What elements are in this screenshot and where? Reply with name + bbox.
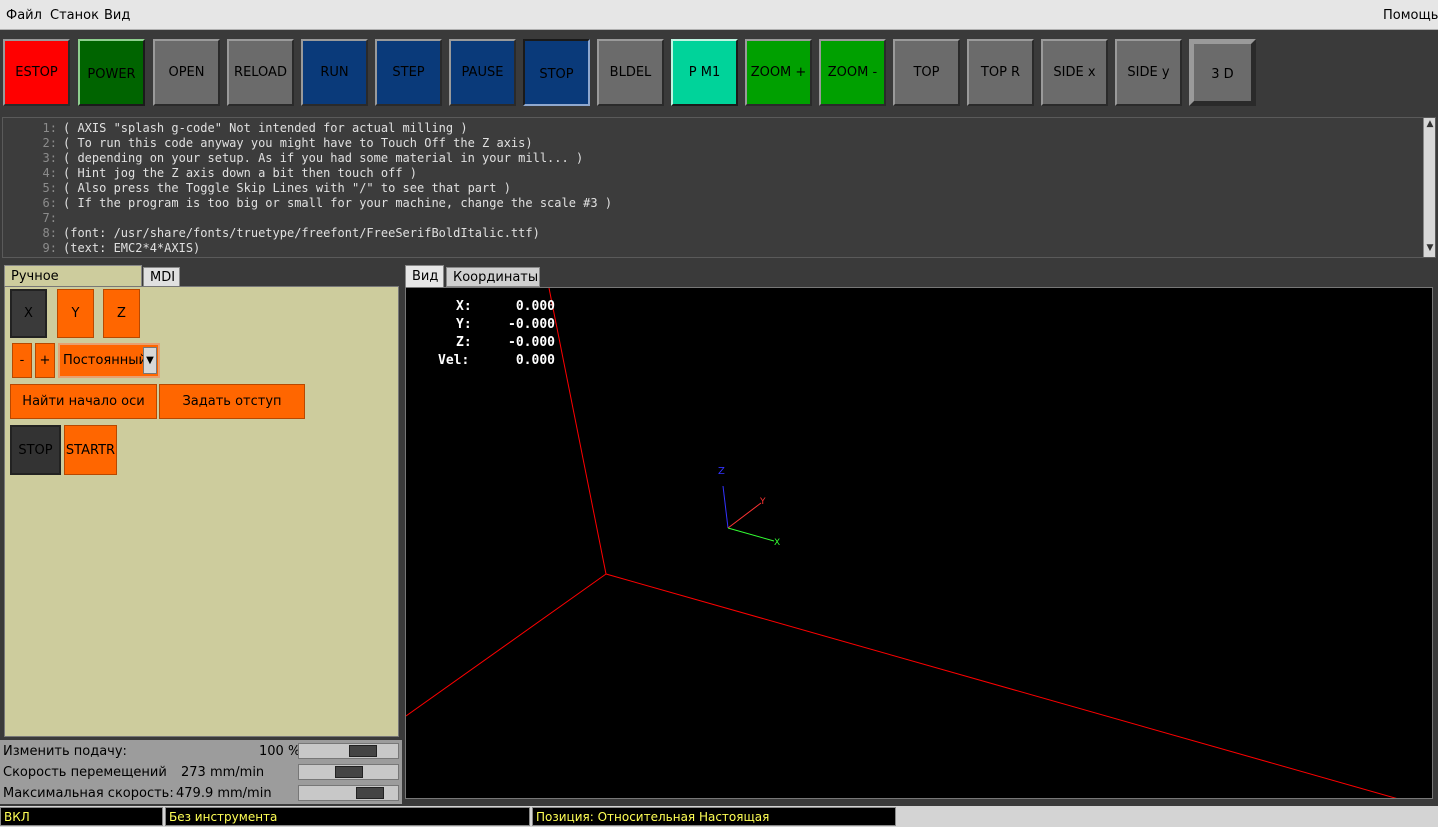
dro-y-value: -0.000: [508, 317, 555, 332]
feed-override-label: Изменить подачу:: [3, 744, 127, 759]
svg-text:Y: Y: [759, 497, 766, 507]
axes-origin-icon: Z Y X: [718, 466, 780, 548]
gcode-line[interactable]: 6:( If the program is too big or small f…: [3, 196, 613, 211]
stop-button[interactable]: STOP: [523, 39, 590, 106]
machine-state: ВКЛ: [0, 807, 163, 826]
open-button[interactable]: OPEN: [153, 39, 220, 106]
jog-minus-button[interactable]: -: [12, 343, 32, 378]
view-top-button[interactable]: TOP: [893, 39, 960, 106]
dro-x-value: 0.000: [515, 299, 555, 314]
zoom-in-button[interactable]: ZOOM +: [745, 39, 812, 106]
reload-button[interactable]: RELOAD: [227, 39, 294, 106]
scroll-down-icon[interactable]: ▼: [1425, 243, 1435, 253]
svg-text:X: X: [774, 538, 780, 548]
dro-vel: Vel:: [438, 353, 470, 368]
dro-x: X:: [456, 299, 472, 314]
axis-y-button[interactable]: Y: [57, 289, 94, 338]
tool-status: Без инструмента: [165, 807, 530, 826]
menu-machine[interactable]: Станок: [50, 8, 99, 23]
jog-speed-label: Скорость перемещений: [3, 765, 167, 780]
step-button[interactable]: STEP: [375, 39, 442, 106]
spindle-start-reverse-button[interactable]: STARTR: [64, 425, 117, 475]
gcode-listing[interactable]: 1:( AXIS "splash g-code" Not intended fo…: [2, 117, 1436, 258]
run-button[interactable]: RUN: [301, 39, 368, 106]
menu-bar: Файл Станок Вид Помощь: [0, 0, 1438, 30]
gcode-line[interactable]: 3:( depending on your setup. As if you h…: [3, 151, 584, 166]
tab-dro[interactable]: Координаты: [446, 267, 540, 287]
position-mode: Позиция: Относительная Настоящая: [532, 807, 896, 826]
svg-text:Z: Z: [718, 466, 725, 477]
limit-line: [605, 573, 1397, 798]
chevron-down-icon[interactable]: ▼: [143, 347, 157, 374]
limit-line: [406, 573, 607, 717]
jog-plus-button[interactable]: +: [35, 343, 55, 378]
gcode-line[interactable]: 1:( AXIS "splash g-code" Not intended fo…: [3, 121, 468, 136]
overrides-panel: Изменить подачу: 100 % Скорость перемеще…: [0, 740, 402, 804]
slider-thumb[interactable]: [356, 787, 384, 799]
status-bar: ВКЛ Без инструмента Позиция: Относительн…: [0, 806, 1438, 827]
preview-svg: Z Y X: [406, 288, 1397, 798]
slider-thumb[interactable]: [335, 766, 363, 778]
axis-x-button[interactable]: X: [10, 289, 47, 338]
gcode-line[interactable]: 7:: [3, 211, 63, 226]
pause-button[interactable]: PAUSE: [449, 39, 516, 106]
zoom-out-button[interactable]: ZOOM -: [819, 39, 886, 106]
slider-thumb[interactable]: [349, 745, 377, 757]
feed-override-slider[interactable]: [298, 743, 399, 759]
feed-override-value: 100 %: [259, 744, 301, 759]
axis-z-button[interactable]: Z: [103, 289, 140, 338]
gcode-line[interactable]: 8: (font: /usr/share/fonts/truetype/freef…: [3, 226, 540, 241]
gcode-scrollbar[interactable]: ▲ ▼: [1423, 118, 1435, 257]
scroll-up-icon[interactable]: ▲: [1425, 119, 1435, 129]
power-button[interactable]: POWER: [78, 39, 145, 106]
spindle-stop-button[interactable]: STOP: [10, 425, 61, 475]
gcode-line[interactable]: 5:( Also press the Toggle Skip Lines wit…: [3, 181, 511, 196]
dro-vel-value: 0.000: [515, 353, 555, 368]
max-velocity-value: 479.9 mm/min: [176, 786, 272, 801]
tab-mdi[interactable]: MDI: [143, 267, 180, 287]
tab-manual-control[interactable]: Ручное управление: [4, 265, 142, 299]
estop-button[interactable]: ESTOP: [3, 39, 70, 106]
max-velocity-label: Максимальная скорость:: [3, 786, 174, 801]
dro-z: Z:: [456, 335, 472, 350]
menu-file[interactable]: Файл: [6, 8, 42, 23]
menu-help[interactable]: Помощь: [1383, 8, 1438, 23]
manual-control-panel: X Y Z - + Постоянный ▼ Найти начало оси …: [4, 286, 399, 737]
gcode-line[interactable]: 4:( Hint jog the Z axis down a bit then …: [3, 166, 417, 181]
touch-off-button[interactable]: Задать отступ: [159, 384, 305, 419]
view-side-x-button[interactable]: SIDE x: [1041, 39, 1108, 106]
dro-y: Y:: [456, 317, 472, 332]
gcode-line[interactable]: 2:( To run this code anyway you might ha…: [3, 136, 533, 151]
jog-mode-select[interactable]: Постоянный ▼: [58, 343, 160, 378]
gcode-line[interactable]: 9: (text: EMC2*4*AXIS): [3, 241, 201, 256]
home-axis-button[interactable]: Найти начало оси: [10, 384, 157, 419]
view-top-rotated-button[interactable]: TOP R: [967, 39, 1034, 106]
block-delete-button[interactable]: BLDEL: [597, 39, 664, 106]
jog-speed-slider[interactable]: [298, 764, 399, 780]
view-3d-button[interactable]: 3 D: [1189, 39, 1256, 106]
limit-line: [548, 288, 607, 575]
optional-stop-button[interactable]: P M1: [671, 39, 738, 106]
max-velocity-slider[interactable]: [298, 785, 399, 801]
toolbar: ESTOP POWER OPEN RELOAD RUN STEP PAUSE S…: [0, 30, 1438, 114]
preview-canvas[interactable]: Z Y X X: 0.000 Y: -0.000 Z: -0.000 Vel: …: [405, 287, 1433, 799]
tab-preview[interactable]: Вид: [405, 265, 444, 287]
view-side-y-button[interactable]: SIDE y: [1115, 39, 1182, 106]
jog-speed-value: 273 mm/min: [181, 765, 265, 780]
dro-z-value: -0.000: [508, 335, 555, 350]
menu-view[interactable]: Вид: [104, 8, 130, 23]
